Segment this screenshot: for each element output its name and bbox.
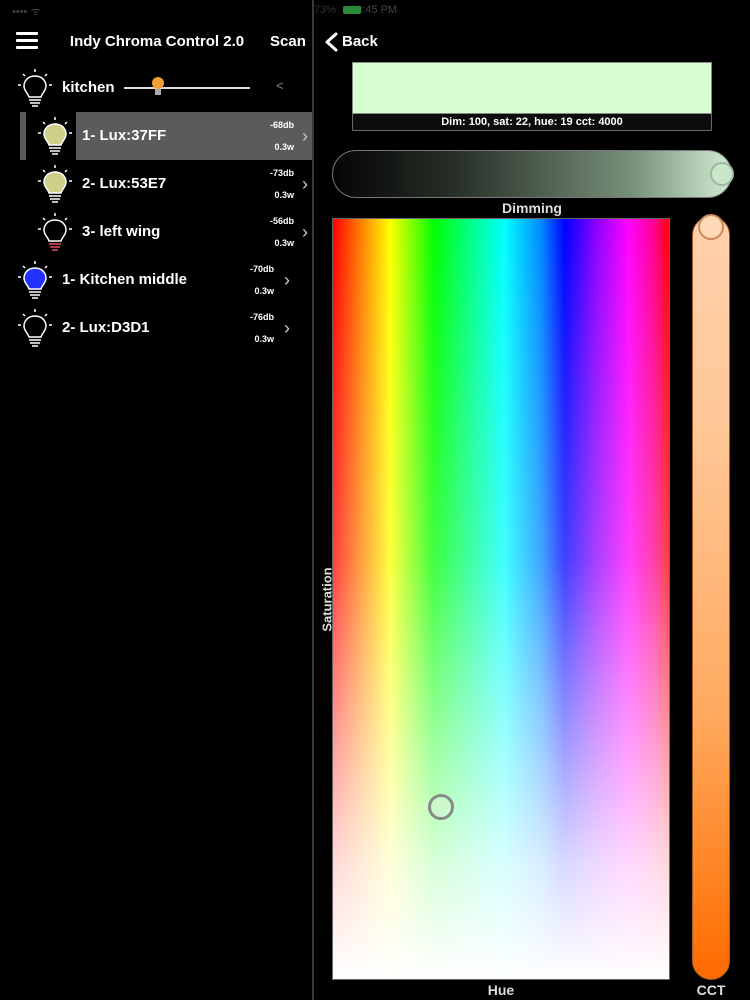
dimming-slider[interactable] <box>332 150 732 198</box>
dimming-slider-knob[interactable] <box>710 162 734 186</box>
device-power: 0.3w <box>274 238 294 248</box>
left-nav-bar: Indy Chroma Control 2.0 Scan <box>0 20 312 64</box>
device-name: 3- left wing <box>82 223 161 240</box>
group-brightness-slider[interactable] <box>124 87 250 89</box>
app-title: Indy Chroma Control 2.0 <box>69 33 245 50</box>
lightbulb-icon <box>38 165 72 203</box>
dimming-label: Dimming <box>502 200 562 216</box>
chevron-right-icon[interactable]: › <box>284 270 290 291</box>
device-signal: -68db <box>269 120 294 130</box>
color-control-panel: Back Dim: 100, sat: 22, hue: 19 cct: 400… <box>314 20 750 1000</box>
lightbulb-icon <box>18 309 52 347</box>
signal-icon: •••• ᯤ <box>12 6 41 18</box>
device-signal: -76db <box>249 312 274 322</box>
device-power: 0.3w <box>274 190 294 200</box>
status-bar: •••• ᯤ 12:45 PM 73% <box>0 0 750 20</box>
cct-label: CCT <box>696 982 726 998</box>
device-name: 1- Kitchen middle <box>62 271 188 288</box>
lightbulb-icon <box>18 69 52 107</box>
device-signal: -70db <box>249 264 274 274</box>
hue-axis-label: Hue <box>487 982 515 998</box>
saturation-axis-label: Saturation <box>319 567 335 632</box>
hue-saturation-marker[interactable] <box>428 794 454 820</box>
chevron-right-icon[interactable]: › <box>302 222 308 243</box>
lightbulb-icon <box>38 213 72 251</box>
group-name: kitchen <box>62 79 115 96</box>
lightbulb-icon <box>18 261 52 299</box>
device-signal: -73db <box>269 168 294 178</box>
battery-percent: 73% <box>314 4 337 16</box>
device-panel: Indy Chroma Control 2.0 Scan kitchen < 1… <box>0 20 312 1000</box>
device-power: 0.3w <box>254 286 274 296</box>
device-row[interactable]: 2- Lux:53E7 -73db 0.3w › <box>0 160 312 208</box>
device-name: 1- Lux:37FF <box>82 127 167 144</box>
device-power: 0.3w <box>274 142 294 152</box>
device-name: 2- Lux:53E7 <box>82 175 167 192</box>
chevron-right-icon[interactable]: › <box>302 126 308 147</box>
cct-slider-knob[interactable] <box>698 214 724 240</box>
cct-slider[interactable] <box>692 216 730 980</box>
battery-icon <box>343 6 362 15</box>
lightbulb-icon <box>38 117 72 155</box>
scan-button[interactable]: Scan <box>270 33 306 50</box>
device-signal: -56db <box>269 216 294 226</box>
chevron-right-icon[interactable]: › <box>302 174 308 195</box>
group-collapse-toggle[interactable]: < <box>276 78 284 93</box>
device-row[interactable]: 1- Kitchen middle -70db 0.3w › <box>0 256 312 304</box>
back-label: Back <box>342 33 378 50</box>
device-name: 2- Lux:D3D1 <box>62 319 150 336</box>
chevron-left-icon <box>325 32 338 52</box>
device-row[interactable]: 3- left wing -56db 0.3w › <box>0 208 312 256</box>
hue-saturation-picker[interactable] <box>332 218 670 980</box>
device-row[interactable]: 2- Lux:D3D1 -76db 0.3w › <box>0 304 312 352</box>
group-row-kitchen[interactable]: kitchen < <box>0 64 312 112</box>
hamburger-icon[interactable] <box>16 32 38 50</box>
color-preview-swatch <box>352 62 712 114</box>
device-power: 0.3w <box>254 334 274 344</box>
slider-bulb-knob-icon[interactable] <box>152 76 164 98</box>
selection-indicator <box>20 112 26 160</box>
device-row[interactable]: 1- Lux:37FF -68db 0.3w › <box>0 112 312 160</box>
chevron-right-icon[interactable]: › <box>284 318 290 339</box>
color-info-readout: Dim: 100, sat: 22, hue: 19 cct: 4000 <box>352 114 712 131</box>
